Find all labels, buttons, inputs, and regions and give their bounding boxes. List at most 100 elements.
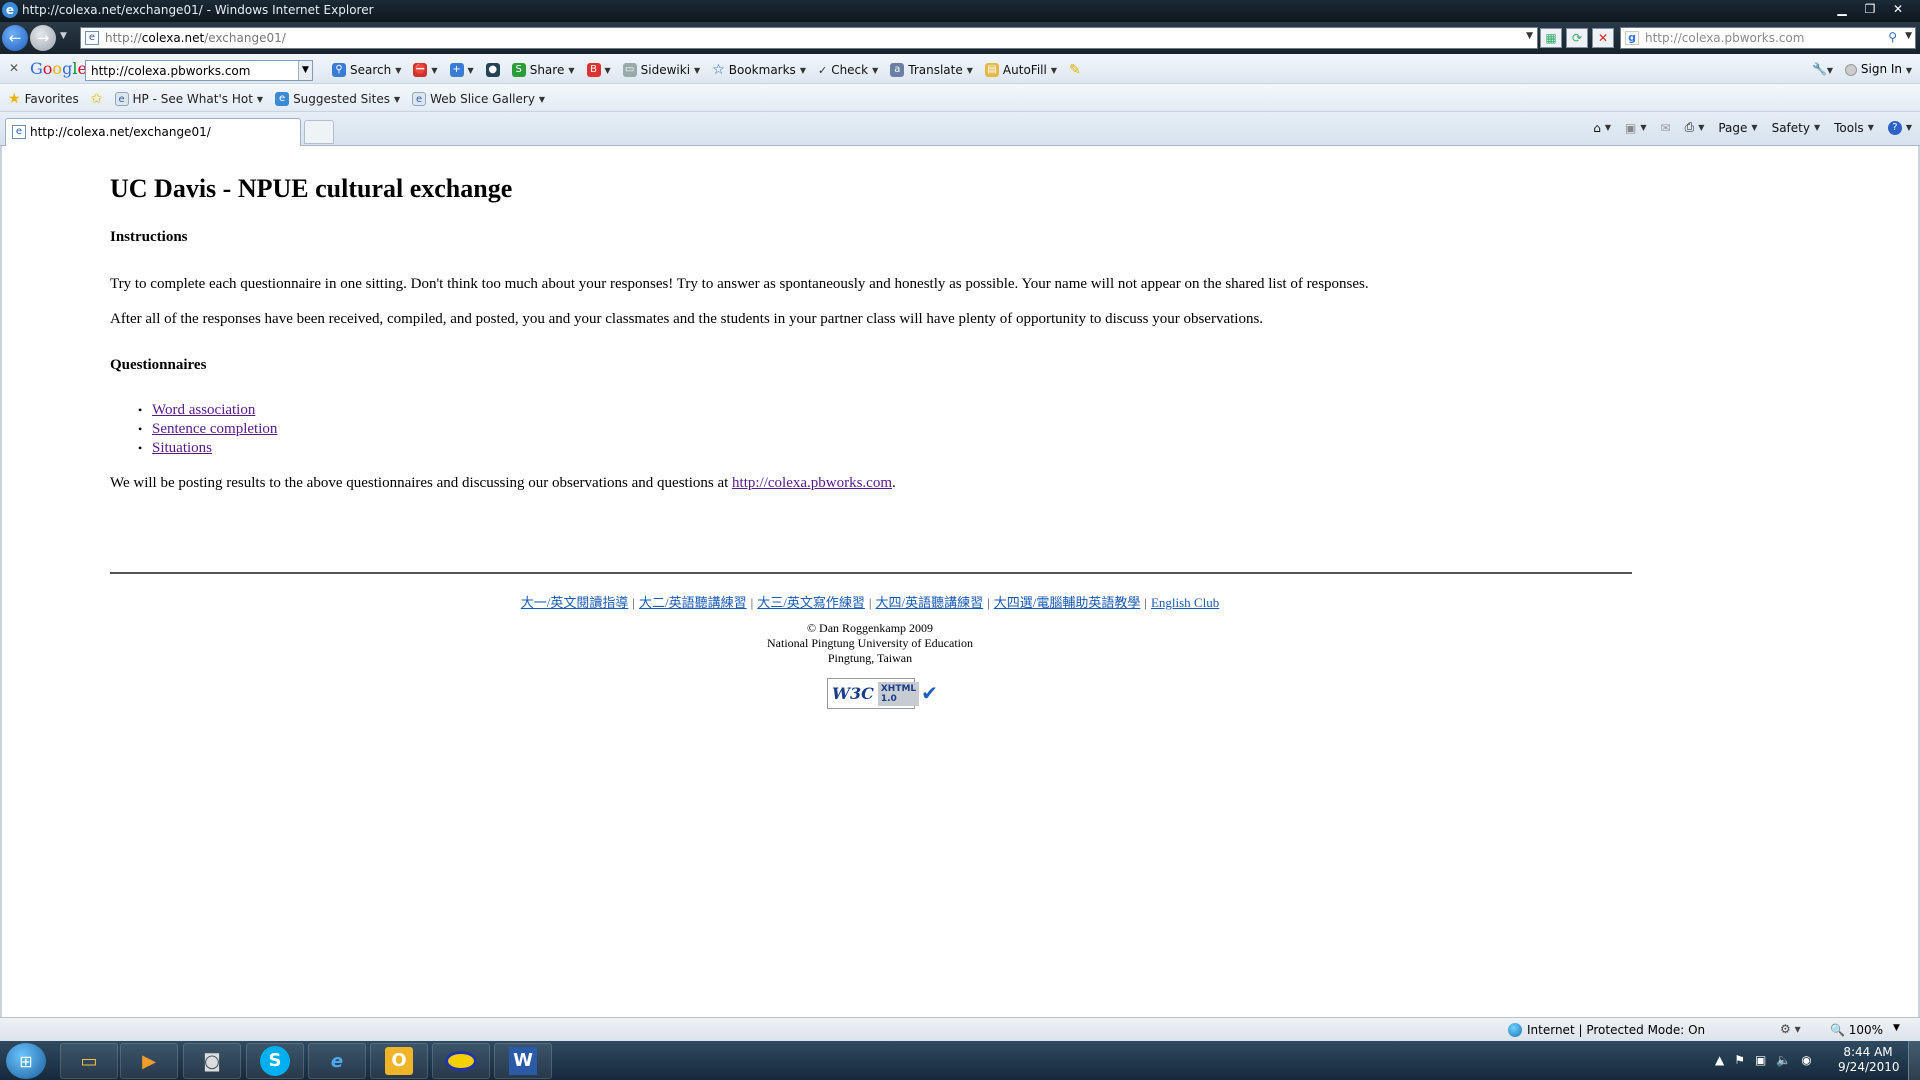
page-icon: e bbox=[114, 92, 129, 106]
wrench-settings-button[interactable]: 🔧▼ bbox=[1812, 62, 1833, 76]
show-hidden-icons[interactable]: ▲ bbox=[1715, 1053, 1724, 1067]
add-favorite-icon: ✩ bbox=[90, 91, 103, 107]
highlighter-button[interactable]: ✎ bbox=[1069, 62, 1081, 78]
favorite-link-web-slice-gallery[interactable]: e Web Slice Gallery ▼ bbox=[412, 92, 545, 106]
favorite-link-hp[interactable]: e HP - See What's Hot ▼ bbox=[114, 92, 263, 106]
search-icon[interactable]: ⚲ bbox=[1888, 30, 1897, 44]
footer-credits: © Dan Roggenkamp 2009 National Pingtung … bbox=[2, 621, 1738, 666]
favorites-bar: ★ Favorites ✩ e HP - See What's Hot ▼ e Sugg… bbox=[0, 84, 1920, 112]
minimize-button[interactable]: ▁ bbox=[1828, 0, 1856, 18]
browser-search-input[interactable]: g http://colexa.pbworks.com ⚲ ▼ bbox=[1620, 27, 1916, 49]
show-desktop-button[interactable] bbox=[1908, 1041, 1920, 1080]
footer-link-senior-listening[interactable]: 大四/英語聽講練習 bbox=[875, 595, 983, 610]
zoom-dropdown-icon[interactable]: ▼ bbox=[1893, 1023, 1900, 1033]
file-explorer-icon[interactable]: ▭ bbox=[60, 1043, 118, 1079]
share-button[interactable]: S Share ▼ bbox=[511, 63, 575, 77]
footer-link-junior-writing[interactable]: 大三/英文寫作練習 bbox=[757, 595, 865, 610]
google-logo: Google bbox=[30, 59, 87, 78]
page-content: UC Davis - NPUE cultural exchange Instru… bbox=[0, 146, 1920, 1017]
google-search-input[interactable]: http://colexa.pbworks.com ▼ bbox=[85, 60, 313, 81]
skype-icon[interactable]: S bbox=[246, 1043, 304, 1079]
recent-pages-dropdown[interactable]: ▼ bbox=[60, 31, 67, 41]
instructions-paragraph-2: After all of the responses have been rec… bbox=[110, 311, 1264, 327]
university-name: National Pingtung University of Educatio… bbox=[767, 636, 973, 650]
autofill-button[interactable]: ▤ AutoFill ▼ bbox=[984, 63, 1057, 77]
footer-link-freshman-reading[interactable]: 大一/英文閱讀指導 bbox=[521, 595, 629, 610]
situations-link[interactable]: Situations bbox=[152, 440, 212, 456]
network-icon[interactable]: ▣ bbox=[1755, 1053, 1766, 1067]
search-options-dropdown[interactable]: ▼ bbox=[1905, 31, 1912, 41]
favorites-button[interactable]: ★ Favorites bbox=[8, 91, 79, 107]
bookmarks-button[interactable]: ☆ Bookmarks ▼ bbox=[712, 62, 806, 78]
footer-link-senior-elective-call[interactable]: 大四選/電腦輔助英語教學 bbox=[994, 595, 1141, 610]
restore-button[interactable]: ❐ bbox=[1856, 0, 1884, 18]
pbworks-link[interactable]: http://colexa.pbworks.com bbox=[732, 475, 892, 491]
close-toolbar-icon[interactable]: ✕ bbox=[9, 61, 19, 75]
help-icon: ? bbox=[1887, 120, 1902, 135]
page-icon: e bbox=[412, 92, 427, 106]
translate-button[interactable]: a Translate ▼ bbox=[890, 63, 973, 77]
clock[interactable]: 8:44 AM 9/24/2010 bbox=[1838, 1045, 1900, 1075]
sidewiki-button[interactable]: ▭ Sidewiki ▼ bbox=[622, 63, 700, 77]
spellcheck-button[interactable]: ✓ Check ▼ bbox=[818, 63, 878, 77]
window-title: http://colexa.net/exchange01/ - Windows … bbox=[22, 3, 374, 17]
help-button[interactable]: ? ▼ bbox=[1887, 120, 1912, 135]
tools-menu[interactable]: Tools ▼ bbox=[1834, 121, 1874, 135]
new-tab-button[interactable] bbox=[304, 120, 334, 144]
eye-app-icon[interactable] bbox=[432, 1043, 490, 1079]
clock-date: 9/24/2010 bbox=[1838, 1060, 1900, 1074]
google-toolbar: ✕ Google http://colexa.pbworks.com ▼ ⚲ Se… bbox=[0, 54, 1920, 84]
internet-explorer-taskbar-icon[interactable]: e bbox=[308, 1043, 366, 1079]
favorite-link-suggested-sites[interactable]: e Suggested Sites ▼ bbox=[275, 92, 400, 106]
camera-icon[interactable]: ◙ bbox=[183, 1043, 241, 1079]
address-input[interactable]: e http://colexa.net/exchange01/ ▼ bbox=[80, 27, 1538, 49]
action-center-flag-icon[interactable]: ⚑ bbox=[1734, 1053, 1745, 1067]
protected-mode-icon[interactable]: ⚙ ▾ bbox=[1780, 1022, 1801, 1036]
sentence-completion-link[interactable]: Sentence completion bbox=[152, 421, 277, 437]
footer-link-english-club[interactable]: English Club bbox=[1151, 595, 1219, 610]
blogger-button[interactable]: B ▼ bbox=[586, 63, 611, 77]
read-mail-button[interactable]: ✉ bbox=[1661, 121, 1671, 135]
questionnaires-heading: Questionnaires bbox=[110, 357, 207, 373]
list-item: Situations bbox=[138, 439, 277, 458]
outlook-icon[interactable]: O bbox=[370, 1043, 428, 1079]
volume-icon[interactable]: 🔈 bbox=[1776, 1053, 1791, 1067]
word-association-link[interactable]: Word association bbox=[152, 402, 255, 418]
safety-menu[interactable]: Safety ▼ bbox=[1772, 121, 1821, 135]
address-dropdown-icon[interactable]: ▼ bbox=[1526, 31, 1533, 41]
add-to-favorites-bar-button[interactable]: ✩ bbox=[91, 91, 103, 107]
location: Pingtung, Taiwan bbox=[827, 651, 913, 665]
google-search-dropdown[interactable]: ▼ bbox=[298, 61, 312, 80]
google-toolbar-right: 🔧▼ Sign In ▼ bbox=[1812, 62, 1912, 76]
share-icon: S bbox=[511, 63, 526, 77]
close-button[interactable]: ✕ bbox=[1884, 0, 1912, 18]
w3c-xhtml-badge[interactable]: W3C XHTML 1.0 ✔ bbox=[827, 678, 938, 709]
zoom-level[interactable]: 🔍 100% bbox=[1830, 1023, 1883, 1037]
compatibility-view-icon[interactable]: ▦ bbox=[1540, 28, 1562, 48]
posting-paragraph: We will be posting results to the above … bbox=[110, 475, 896, 491]
start-button[interactable]: ⊞ bbox=[6, 1043, 46, 1079]
security-zone[interactable]: Internet | Protected Mode: On bbox=[1508, 1023, 1705, 1037]
command-bar: ⌂ ▼ ▣ ▼ ✉ ⎙ ▼ Page ▼ Safety ▼ Tools ▼ ? ▼ bbox=[1593, 120, 1912, 135]
internet-explorer-icon: e bbox=[2, 2, 18, 18]
forward-button[interactable]: → bbox=[30, 25, 56, 51]
feeds-button[interactable]: ▣ ▼ bbox=[1625, 121, 1647, 135]
security-shield-icon[interactable]: ◉ bbox=[1801, 1053, 1811, 1067]
pagerank-button[interactable]: ● bbox=[485, 63, 500, 77]
sign-in-button[interactable]: Sign In ▼ bbox=[1845, 62, 1912, 76]
blog-icon: B bbox=[586, 63, 601, 77]
page-menu[interactable]: Page ▼ bbox=[1718, 121, 1757, 135]
add-button[interactable]: + ▼ bbox=[449, 63, 474, 77]
tab-current[interactable]: e http://colexa.net/exchange01/ bbox=[5, 118, 301, 146]
popup-blocker-button[interactable]: ⛔ ▼ bbox=[413, 63, 438, 77]
footer-link-sophomore-listening[interactable]: 大二/英語聽講練習 bbox=[639, 595, 747, 610]
media-player-icon[interactable]: ▶ bbox=[120, 1043, 178, 1079]
word-icon[interactable]: W bbox=[494, 1043, 552, 1079]
internet-zone-icon bbox=[1508, 1023, 1522, 1037]
back-button[interactable]: ← bbox=[2, 25, 28, 51]
google-search-button[interactable]: ⚲ Search ▼ bbox=[332, 63, 401, 77]
home-button[interactable]: ⌂ ▼ bbox=[1593, 121, 1611, 135]
stop-icon[interactable]: ✕ bbox=[1592, 28, 1614, 48]
print-button[interactable]: ⎙ ▼ bbox=[1685, 120, 1705, 135]
refresh-icon[interactable]: ⟳ bbox=[1566, 28, 1588, 48]
